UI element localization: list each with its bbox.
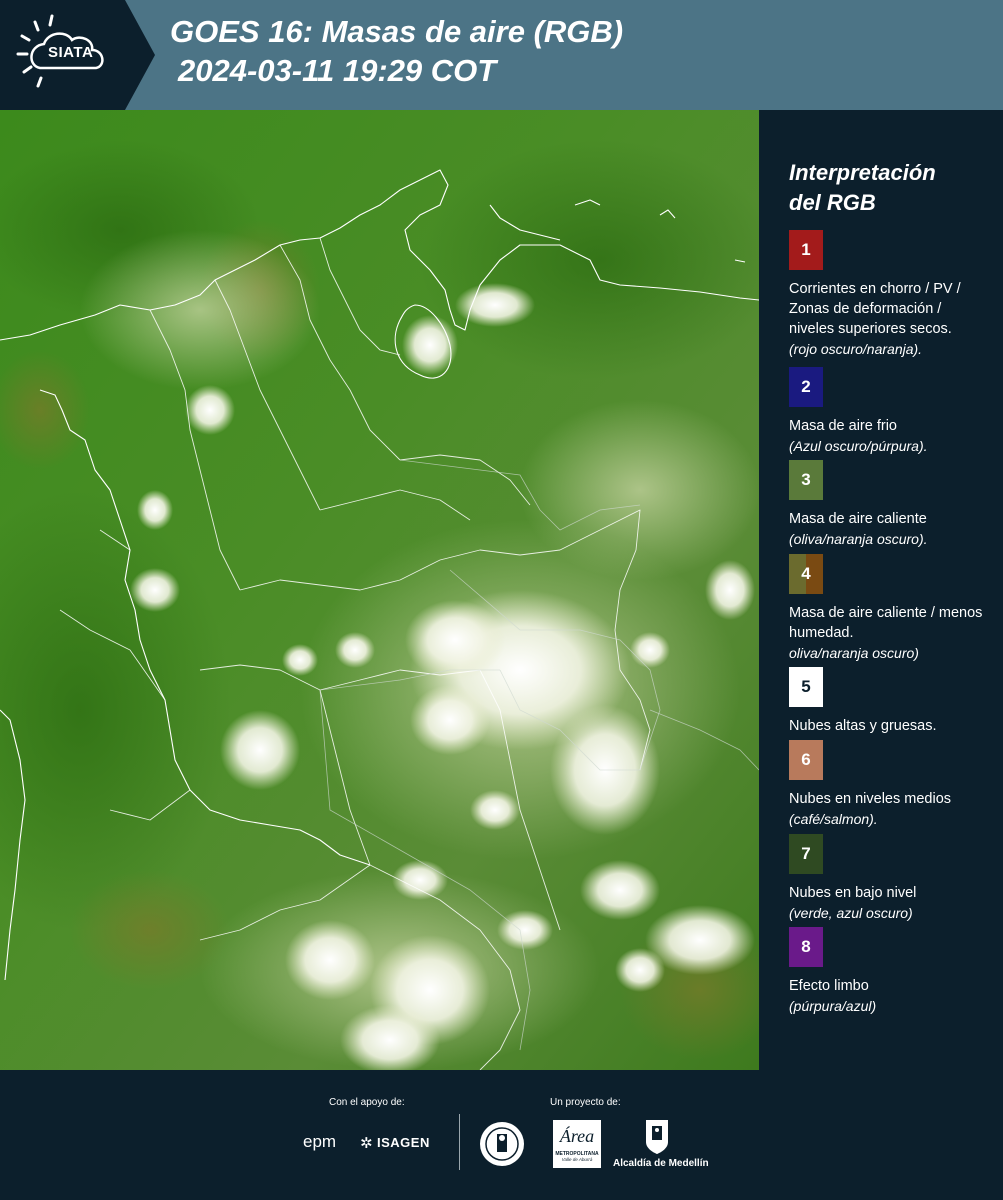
legend-swatch-2: 2 xyxy=(789,367,823,407)
project-label: Un proyecto de: xyxy=(550,1097,621,1108)
legend-sub-1: (rojo oscuro/naranja). xyxy=(789,341,923,357)
logo-text: SIATA xyxy=(48,44,94,61)
legend-sub-2: (Azul oscuro/púrpura). xyxy=(789,438,928,454)
legend-text-7: Nubes en bajo nivel xyxy=(789,885,917,901)
legend-text-5: Nubes altas y gruesas. xyxy=(789,718,937,734)
legend-sub-8: (púrpura/azul) xyxy=(789,998,877,1014)
area-metropolitana-logo: Área METROPOLITANA Valle de Aburrá xyxy=(553,1120,601,1168)
legend-text-2: Masa de aire frio xyxy=(789,418,897,434)
legend-item-2: 2 Masa de aire frio (Azul oscuro/púrpura)… xyxy=(789,367,989,456)
legend-item-3: 3 Masa de aire caliente (oliva/naranja os… xyxy=(789,460,989,549)
legend-item-5: 5 Nubes altas y gruesas. xyxy=(789,667,989,736)
legend-swatch-5: 5 xyxy=(789,667,823,707)
legend-swatch-6: 6 xyxy=(789,740,823,780)
isagen-logo: ISAGEN xyxy=(377,1135,430,1150)
legend-swatch-7: 7 xyxy=(789,834,823,874)
legend-item-1: 1 Corrientes en chorro / PV / Zonas de d… xyxy=(789,230,989,359)
legend-item-7: 7 Nubes en bajo nivel (verde, azul oscuro… xyxy=(789,834,989,923)
medellin-seal-icon xyxy=(478,1120,526,1173)
legend-title-line2: del RGB xyxy=(789,190,876,215)
legend-text-1: Corrientes en chorro / PV / Zonas de def… xyxy=(789,281,961,337)
legend-sub-7: (verde, azul oscuro) xyxy=(789,905,913,921)
page-timestamp: 2024-03-11 19:29 COT xyxy=(178,53,497,88)
rgb-legend-panel: Interpretación del RGB 1 Corrientes en c… xyxy=(759,110,1003,1070)
legend-title-line1: Interpretación xyxy=(789,160,936,185)
legend-sub-6: (café/salmon). xyxy=(789,811,878,827)
legend-item-4: 4 Masa de aire caliente / menos humedad.… xyxy=(789,554,989,663)
legend-sub-4: oliva/naranja oscuro) xyxy=(789,645,919,661)
alcaldia-shield-icon xyxy=(644,1118,670,1161)
legend-swatch-4: 4 xyxy=(789,554,823,594)
isagen-icon: ✲ xyxy=(360,1135,373,1152)
legend-swatch-3: 3 xyxy=(789,460,823,500)
legend-text-3: Masa de aire caliente xyxy=(789,511,927,527)
footer-bar: Con el apoyo de: Un proyecto de: epm ✲ I… xyxy=(0,1070,1003,1200)
legend-text-6: Nubes en niveles medios xyxy=(789,791,952,807)
satellite-map xyxy=(0,110,759,1070)
legend-title: Interpretación del RGB xyxy=(789,158,989,218)
footer-divider xyxy=(459,1114,460,1170)
area-logo-text: Área xyxy=(559,1126,595,1146)
area-logo-sub2: Valle de Aburrá xyxy=(561,1157,593,1162)
legend-swatch-8: 8 xyxy=(789,927,823,967)
legend-text-4: Masa de aire caliente / menos humedad. xyxy=(789,605,983,641)
legend-item-6: 6 Nubes en niveles medios (café/salmon). xyxy=(789,740,989,829)
legend-swatch-1: 1 xyxy=(789,230,823,270)
support-label: Con el apoyo de: xyxy=(329,1097,405,1108)
epm-logo: epm xyxy=(303,1132,337,1151)
page-title: GOES 16: Masas de aire (RGB) xyxy=(170,14,624,49)
legend-sub-3: (oliva/naranja oscuro). xyxy=(789,531,928,547)
legend-text-8: Efecto limbo xyxy=(789,978,869,994)
legend-item-8: 8 Efecto limbo (púrpura/azul) xyxy=(789,927,989,1016)
alcaldia-text: Alcaldía de Medellín xyxy=(613,1158,709,1169)
header-bar: SIATA GOES 16: Masas de aire (RGB) 2024-… xyxy=(0,0,1003,110)
siata-logo: SIATA xyxy=(0,0,155,110)
